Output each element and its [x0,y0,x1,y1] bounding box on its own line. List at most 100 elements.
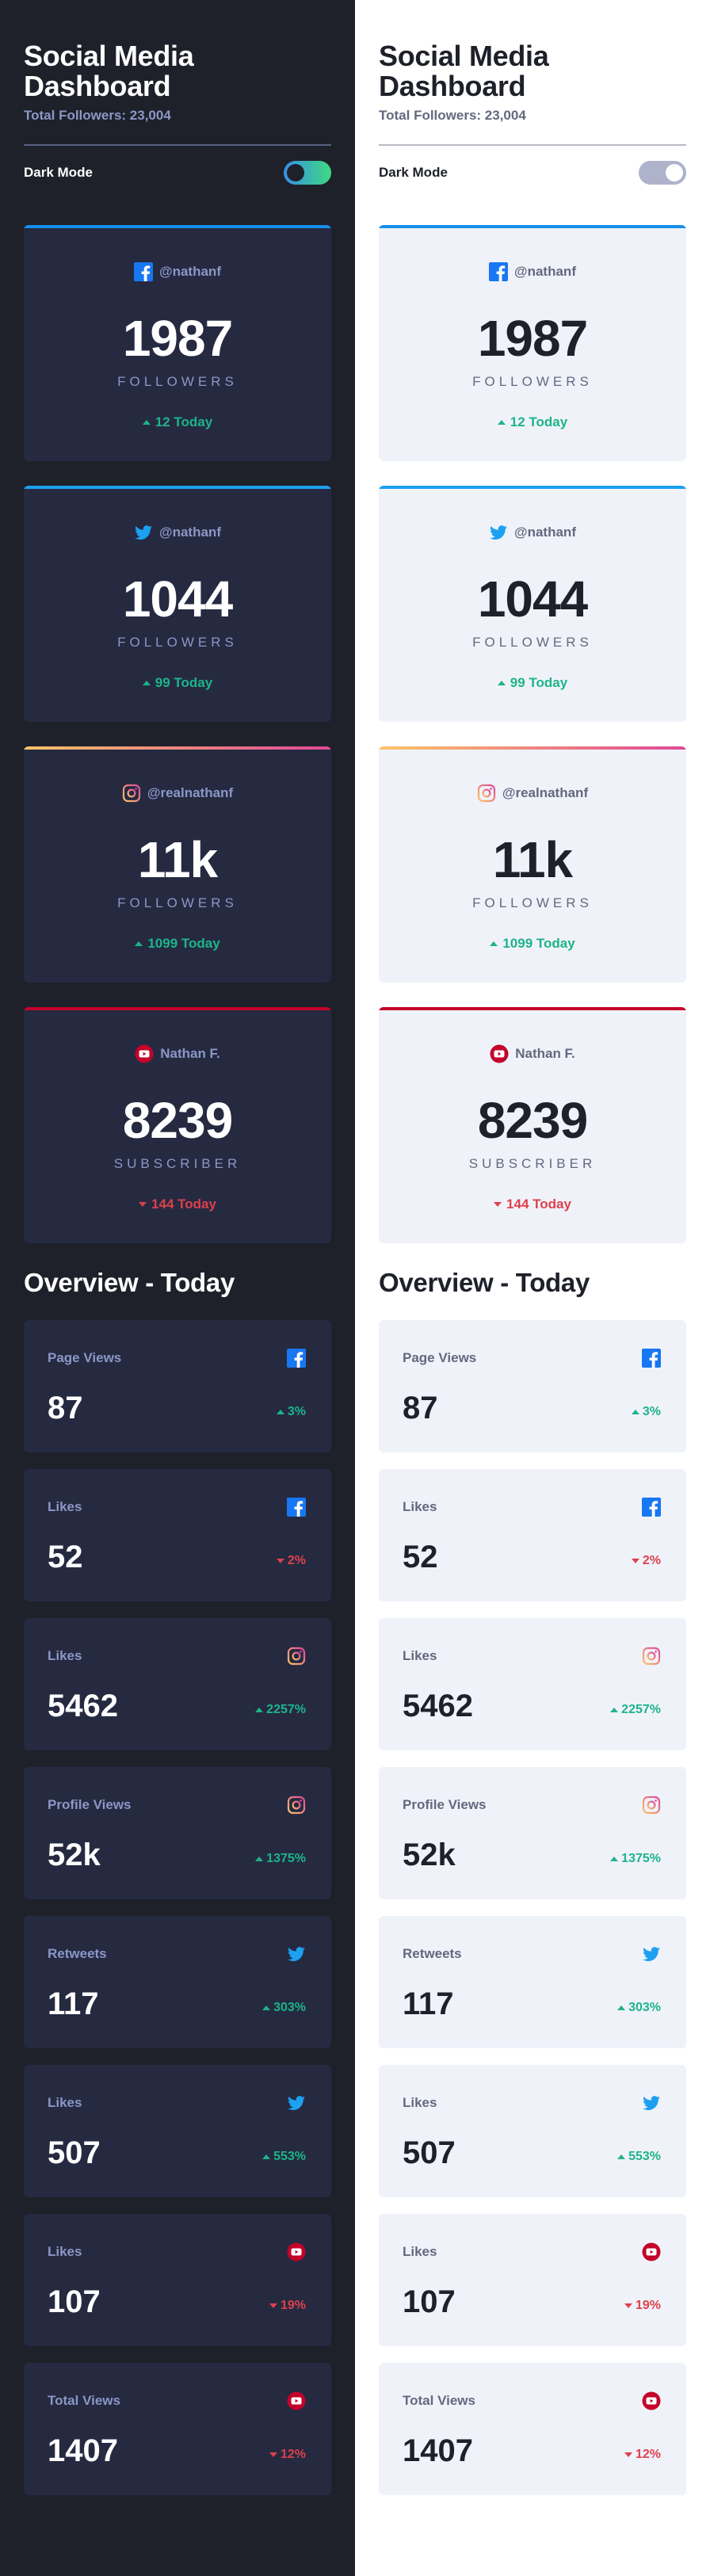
instagram-overview-card[interactable]: Profile Views 52k 1375% [24,1767,331,1899]
card-handle-row: @realnathanf [379,783,686,803]
card-handle: @nathanf [514,264,576,279]
twitter-overview-card[interactable]: Retweets 117 303% [24,1916,331,2048]
overview-label: Likes [403,2244,437,2259]
facebook-overview-card[interactable]: Page Views 87 3% [379,1320,686,1452]
youtube-follower-card[interactable]: Nathan F. 8239 SUBSCRIBER 144 Today [379,1007,686,1243]
twitter-follower-card[interactable]: @nathanf 1044 FOLLOWERS 99 Today [379,486,686,722]
arrow-up-icon [617,2154,626,2159]
overview-label: Retweets [403,1946,462,1961]
card-count: 1044 [122,571,233,628]
overview-value: 52k [48,1838,101,1872]
facebook-icon [642,1349,661,1368]
overview-percent: 1375% [255,1852,306,1866]
facebook-follower-card[interactable]: @nathanf 1987 FOLLOWERS 12 Today [24,225,331,461]
arrow-up-icon [631,1410,639,1414]
card-accent-bar [379,486,686,489]
instagram-follower-card[interactable]: @realnathanf 11k FOLLOWERS 1099 Today [379,746,686,983]
facebook-overview-card[interactable]: Likes 52 2% [24,1469,331,1601]
toggle-knob[interactable] [666,164,683,181]
twitter-overview-card[interactable]: Retweets 117 303% [379,1916,686,2048]
card-handle-row: @nathanf [24,522,331,543]
instagram-overview-card[interactable]: Likes 5462 2257% [24,1618,331,1750]
overview-label: Profile Views [48,1797,132,1812]
card-accent-bar [24,746,331,750]
facebook-follower-card[interactable]: @nathanf 1987 FOLLOWERS 12 Today [379,225,686,461]
card-today-text: 1099 Today [147,936,220,951]
card-handle-row: Nathan F. [24,1044,331,1064]
overview-value: 107 [403,2284,456,2319]
twitter-follower-card[interactable]: @nathanf 1044 FOLLOWERS 99 Today [24,486,331,722]
overview-percent-text: 19% [635,2299,661,2312]
overview-percent-text: 1375% [621,1852,661,1865]
twitter-overview-card[interactable]: Likes 507 553% [379,2065,686,2197]
overview-percent-text: 3% [642,1405,661,1418]
facebook-icon [287,1349,306,1368]
overview-label: Likes [403,1499,437,1514]
youtube-icon [135,1044,154,1063]
arrow-up-icon [497,420,506,425]
overview-percent-text: 553% [628,2150,661,2163]
dark-mode-toggle[interactable] [639,161,686,185]
instagram-overview-card[interactable]: Likes 5462 2257% [379,1618,686,1750]
arrow-down-icon [494,1202,502,1207]
card-today-text: 144 Today [151,1196,216,1212]
overview-value: 52 [48,1540,83,1574]
arrow-up-icon [262,2005,271,2010]
card-accent-bar [24,1007,331,1010]
youtube-follower-card[interactable]: Nathan F. 8239 SUBSCRIBER 144 Today [24,1007,331,1243]
twitter-overview-card[interactable]: Likes 507 553% [24,2065,331,2197]
overview-percent: 2% [276,1554,306,1568]
arrow-down-icon [269,2452,277,2457]
card-count: 8239 [122,1092,233,1149]
youtube-icon [642,2242,661,2261]
instagram-follower-card[interactable]: @realnathanf 11k FOLLOWERS 1099 Today [24,746,331,983]
card-handle-row: @nathanf [379,261,686,282]
youtube-overview-card[interactable]: Total Views 1407 12% [24,2363,331,2495]
facebook-icon [642,1498,661,1517]
toggle-knob[interactable] [287,164,304,181]
card-accent-bar [379,1007,686,1010]
instagram-overview-card[interactable]: Profile Views 52k 1375% [379,1767,686,1899]
overview-percent: 2257% [255,1703,306,1717]
youtube-overview-card[interactable]: Total Views 1407 12% [379,2363,686,2495]
card-handle-row: Nathan F. [379,1044,686,1064]
arrow-up-icon [610,1708,619,1712]
divider [24,144,331,146]
overview-value: 87 [403,1391,438,1425]
overview-label: Likes [48,1499,82,1514]
card-today: 12 Today [24,414,331,430]
facebook-overview-card[interactable]: Likes 52 2% [379,1469,686,1601]
dark-mode-toggle[interactable] [284,161,331,185]
card-today: 99 Today [24,675,331,691]
card-handle: Nathan F. [160,1046,220,1061]
overview-value: 107 [48,2284,101,2319]
card-unit: SUBSCRIBER [113,1156,242,1171]
facebook-overview-card[interactable]: Page Views 87 3% [24,1320,331,1452]
youtube-overview-card[interactable]: Likes 107 19% [24,2214,331,2346]
arrow-down-icon [624,2303,632,2308]
light-mode-panel: Social Media Dashboard Total Followers: … [355,0,710,2576]
card-today-text: 12 Today [155,414,213,429]
card-unit: FOLLOWERS [117,635,238,650]
card-today-text: 12 Today [510,414,568,429]
arrow-down-icon [631,1559,639,1563]
overview-label: Likes [48,2244,82,2259]
overview-percent-text: 2257% [266,1703,306,1716]
overview-value: 117 [48,1986,99,2021]
overview-percent: 3% [276,1405,306,1419]
twitter-icon [287,1944,306,1963]
arrow-up-icon [497,681,506,685]
youtube-icon [490,1044,509,1063]
instagram-icon [477,784,496,803]
card-count: 1987 [477,310,588,367]
arrow-down-icon [276,1559,284,1563]
overview-label: Profile Views [403,1797,487,1812]
overview-label: Page Views [403,1350,477,1365]
youtube-overview-card[interactable]: Likes 107 19% [379,2214,686,2346]
card-accent-bar [379,746,686,750]
overview-percent: 1375% [610,1852,661,1866]
card-today: 12 Today [379,414,686,430]
overview-percent: 19% [269,2299,306,2313]
card-today: 1099 Today [24,936,331,952]
card-handle-row: @realnathanf [24,783,331,803]
